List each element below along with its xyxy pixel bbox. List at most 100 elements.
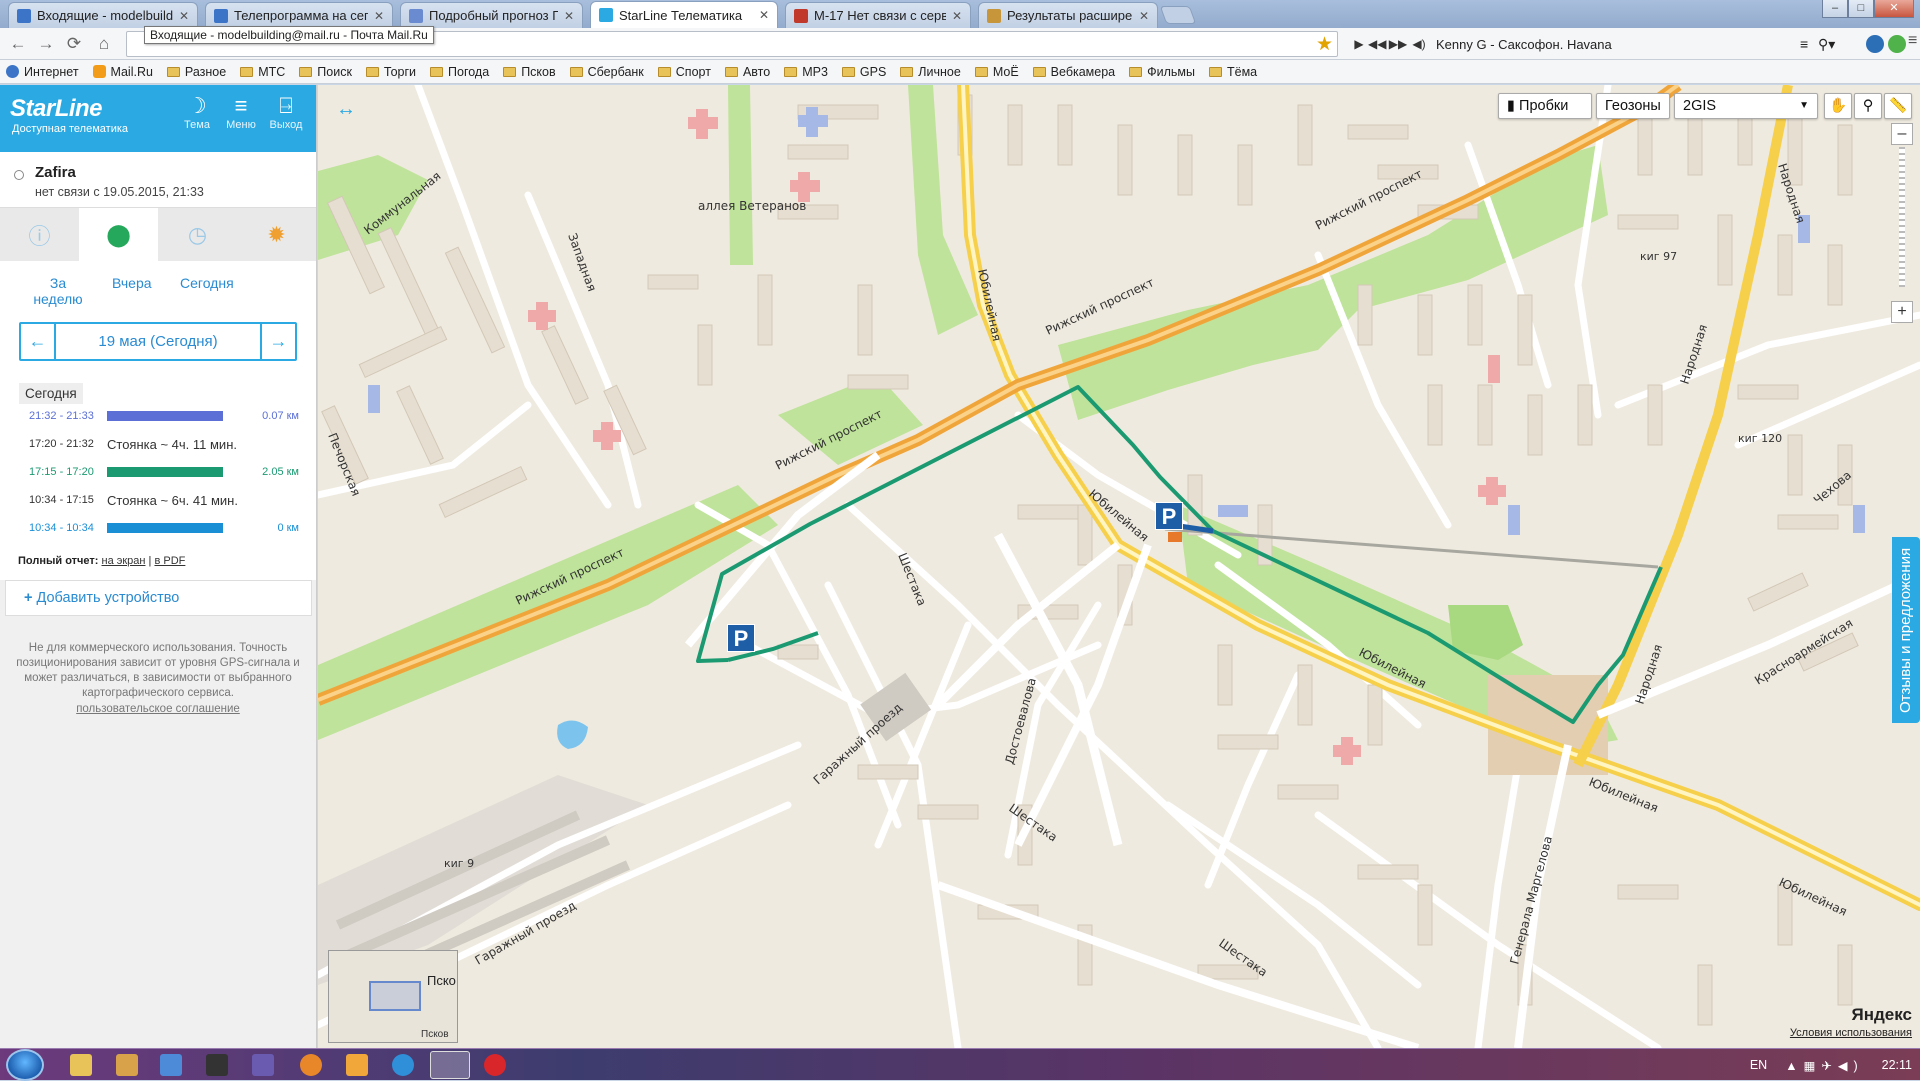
bookmark-item[interactable]: Погода (430, 65, 489, 79)
traffic-button[interactable]: ▮ Пробки (1498, 93, 1592, 119)
close-tab-icon[interactable]: ✕ (1139, 9, 1149, 23)
bookmark-item[interactable]: Mail.Ru (92, 65, 153, 79)
agreement-link[interactable]: пользовательское соглашение (8, 702, 308, 717)
browser-menu-icon[interactable]: ≡ (1908, 32, 1917, 50)
bookmark-item[interactable]: МР3 (784, 65, 828, 79)
bookmark-item[interactable]: GPS (841, 65, 886, 79)
trip-row[interactable]: 17:15 - 17:20 2.05 км (29, 464, 299, 480)
opera-icon[interactable] (484, 1054, 506, 1076)
trip-row[interactable]: 17:20 - 21:32 Стоянка ~ 4ч. 11 мин. (29, 436, 299, 452)
theme-button[interactable]: ☽ Тема (175, 93, 219, 131)
browser-tab[interactable]: StarLine Телематика ✕ (590, 1, 778, 28)
report-pdf-link[interactable]: в PDF (154, 555, 185, 567)
bookmark-item[interactable]: Торги (365, 65, 416, 79)
explorer-icon[interactable] (70, 1054, 92, 1076)
terms-link[interactable]: Условия использования (1790, 1027, 1912, 1039)
clock[interactable]: 22:11 (1882, 1058, 1912, 1072)
app-icon[interactable] (392, 1054, 414, 1076)
firefox-icon[interactable] (300, 1054, 322, 1076)
map-provider-select[interactable]: 2GIS ▼ (1674, 93, 1818, 119)
app-icon[interactable] (346, 1054, 368, 1076)
report-screen-link[interactable]: на экран (102, 555, 146, 567)
tab-settings[interactable]: ✹ (237, 208, 316, 261)
period-yesterday[interactable]: Вчера (112, 275, 152, 291)
reload-icon[interactable]: ⟳ (62, 32, 86, 56)
zoom-slider[interactable] (1899, 147, 1905, 287)
browser-tab[interactable]: Результаты расширенно ✕ (978, 2, 1158, 28)
prev-day-button[interactable]: ← (21, 324, 54, 359)
logout-button[interactable]: ⍈ Выход (264, 93, 308, 131)
tab-info[interactable]: ⓘ (0, 208, 79, 261)
add-device-button[interactable]: + Добавить устройство (5, 580, 312, 616)
language-indicator[interactable]: EN (1750, 1058, 1767, 1072)
minimize-button[interactable]: – (1822, 0, 1848, 18)
terminal-icon[interactable] (206, 1054, 228, 1076)
trip-row[interactable]: 10:34 - 17:15 Стоянка ~ 6ч. 41 мин. (29, 492, 299, 508)
prev-track-icon[interactable]: ◀◀ (1368, 37, 1386, 51)
bookmark-item[interactable]: Вебкамера (1032, 65, 1115, 79)
bookmark-star-icon[interactable]: ★ (1316, 33, 1333, 56)
browser-tab[interactable]: М-17 Нет связи с серверо ✕ (785, 2, 971, 28)
map-view[interactable]: аллея Ветеранов Западная Коммунальная Пе… (318, 85, 1920, 1048)
bookmark-item[interactable]: Псков (503, 65, 556, 79)
bookmark-item[interactable]: Сбербанк (569, 65, 644, 79)
tab-map[interactable]: ⬤ (79, 208, 158, 261)
extension-icon[interactable] (1888, 35, 1906, 53)
play-icon[interactable]: ▶ (1350, 37, 1368, 51)
parking-marker[interactable]: P (727, 624, 755, 652)
ruler-icon[interactable]: 📏 (1884, 93, 1912, 119)
browser-tab[interactable]: Телепрограмма на сегод ✕ (205, 2, 393, 28)
home-icon[interactable]: ⌂ (92, 32, 116, 56)
hand-tool-icon[interactable]: ✋ (1824, 93, 1852, 119)
save-icon[interactable] (160, 1054, 182, 1076)
close-tab-icon[interactable]: ✕ (759, 8, 769, 22)
parking-marker[interactable]: P (1155, 502, 1183, 530)
maximize-button[interactable]: □ (1848, 0, 1874, 18)
bookmark-item[interactable]: МоЁ (974, 65, 1019, 79)
feedback-tab[interactable]: Отзывы и предложения (1892, 537, 1920, 723)
bookmark-item[interactable]: Фильмы (1129, 65, 1195, 79)
bookmark-item[interactable]: Разное (166, 65, 226, 79)
menu-icon[interactable]: ≡ (1800, 36, 1818, 52)
minimap[interactable]: Пско Псков (328, 950, 458, 1043)
zoom-in-button[interactable]: + (1891, 301, 1913, 323)
bookmark-item[interactable]: Тёма (1209, 65, 1257, 79)
forward-icon[interactable]: → (34, 32, 58, 56)
tab-history[interactable]: ◷ (158, 208, 237, 261)
close-tab-icon[interactable]: ✕ (374, 9, 384, 23)
bookmark-item[interactable]: МТС (240, 65, 285, 79)
period-week[interactable]: За неделю (30, 275, 86, 307)
tray-icons[interactable]: ▲▦✈◀) (1785, 1058, 1863, 1073)
close-tab-icon[interactable]: ✕ (179, 9, 189, 23)
browser-tab[interactable]: Входящие - modelbuildin ✕ (8, 2, 198, 28)
bookmark-item[interactable]: Интернет (6, 65, 79, 79)
media-icon[interactable] (116, 1054, 138, 1076)
close-tab-icon[interactable]: ✕ (564, 9, 574, 23)
magnifier-icon[interactable]: ⚲ (1854, 93, 1882, 119)
bookmark-item[interactable]: Личное (900, 65, 961, 79)
trip-row[interactable]: 21:32 - 21:33 0.07 км (29, 408, 299, 424)
car-card[interactable]: Zafira нет связи с 19.05.2015, 21:33 (0, 152, 316, 208)
trip-row[interactable]: 10:34 - 10:34 0 км (29, 520, 299, 536)
bookmark-item[interactable]: Поиск (299, 65, 352, 79)
app-icon[interactable] (252, 1054, 274, 1076)
back-icon[interactable]: ← (6, 32, 30, 56)
volume-icon[interactable]: ◀) (1410, 37, 1428, 51)
next-track-icon[interactable]: ▶▶ (1386, 37, 1410, 51)
expand-map-icon[interactable]: ↔ (336, 98, 356, 121)
close-tab-icon[interactable]: ✕ (952, 9, 962, 23)
search-engine-icon[interactable]: ⚲▾ (1818, 36, 1850, 53)
browser-tab[interactable]: Подробный прогноз Пск ✕ (400, 2, 583, 28)
geozones-button[interactable]: Геозоны (1596, 93, 1670, 119)
period-today[interactable]: Сегодня (180, 275, 234, 291)
menu-button[interactable]: ≡ Меню (219, 93, 263, 131)
bookmark-item[interactable]: Авто (724, 65, 770, 79)
zoom-out-button[interactable]: – (1891, 123, 1913, 145)
extension-icon[interactable] (1866, 35, 1884, 53)
current-date[interactable]: 19 мая (Сегодня) (54, 324, 262, 359)
browser-taskbar-icon[interactable] (430, 1051, 470, 1079)
start-button[interactable] (6, 1049, 44, 1081)
close-window-button[interactable]: ✕ (1874, 0, 1914, 18)
new-tab-button[interactable] (1159, 6, 1197, 24)
bookmark-item[interactable]: Спорт (657, 65, 711, 79)
